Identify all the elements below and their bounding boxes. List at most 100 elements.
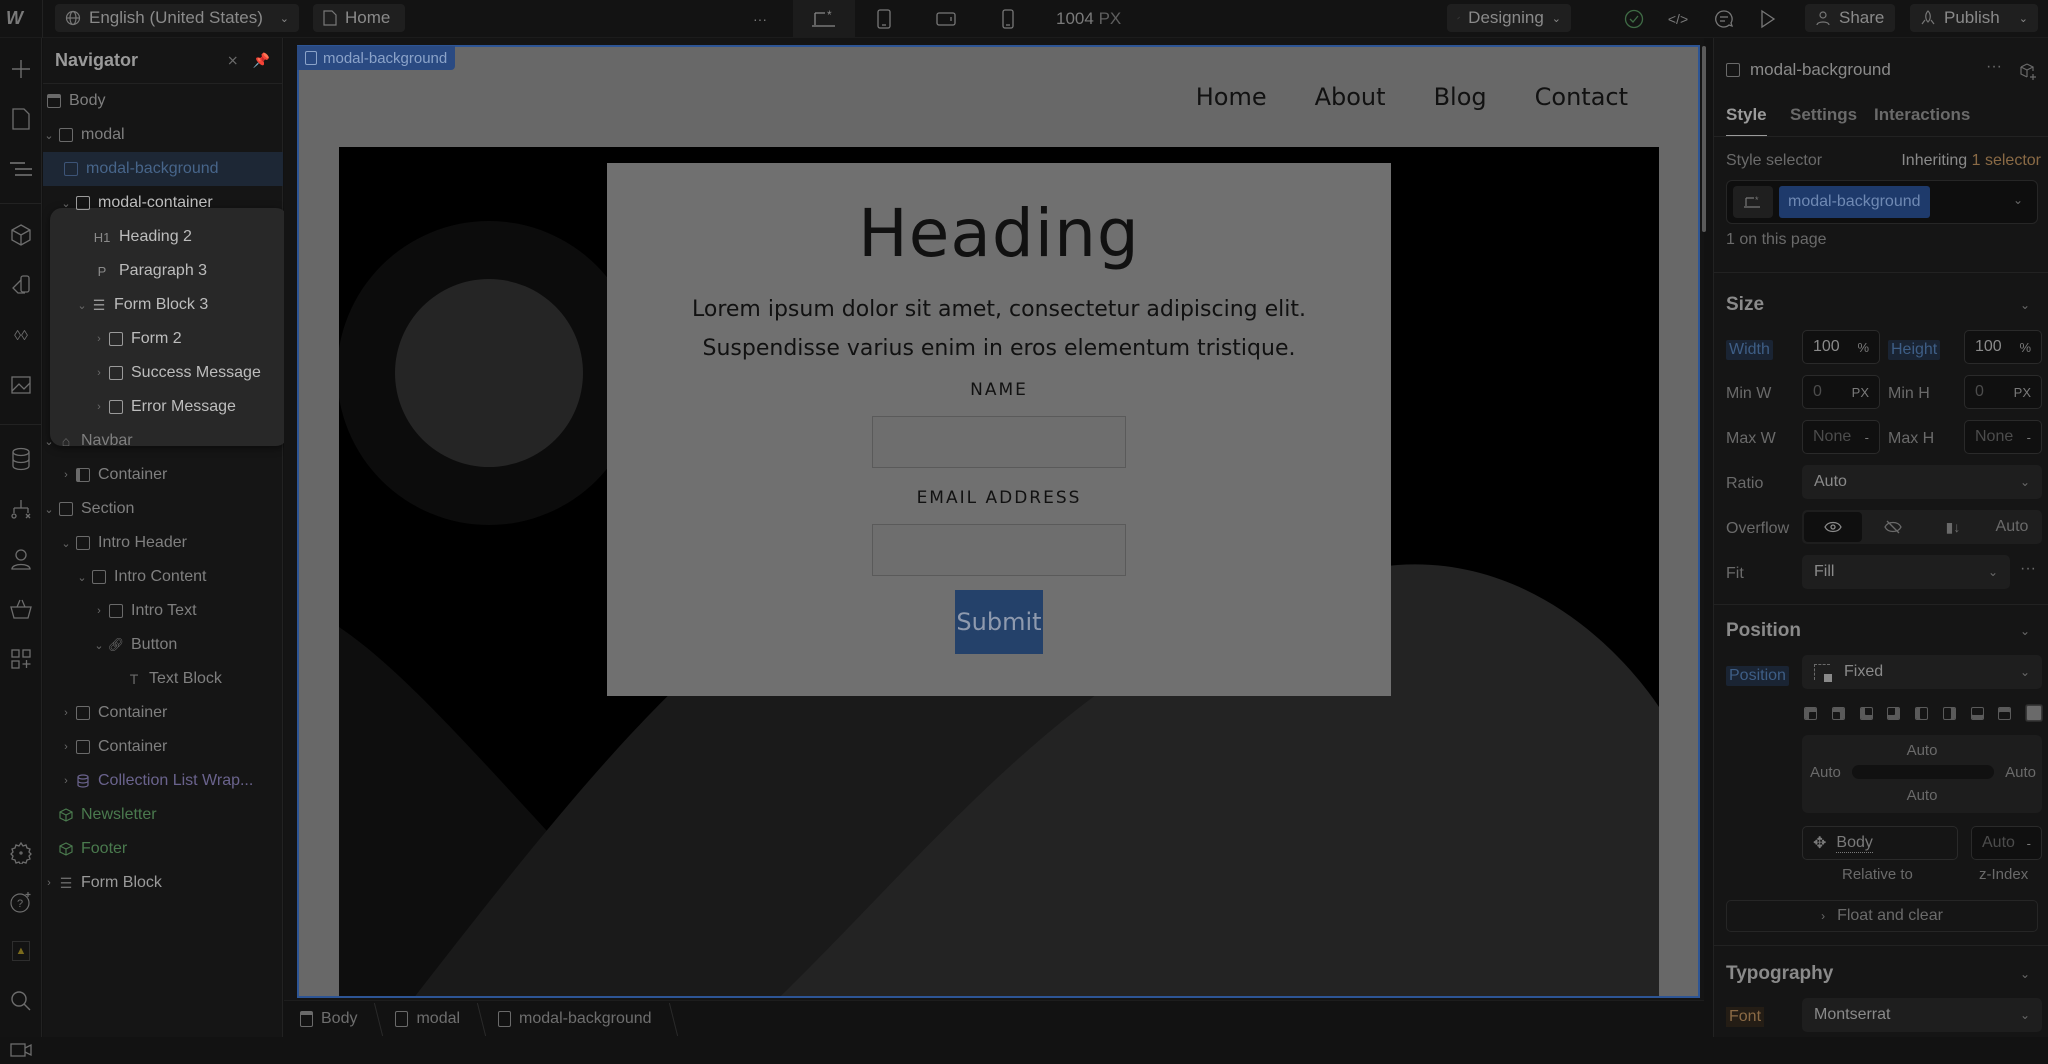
share-button[interactable]: Share xyxy=(1805,4,1895,32)
preset-bottom-icon[interactable] xyxy=(1970,706,1984,720)
caret-icon[interactable]: ⌄ xyxy=(43,435,55,448)
chevron-down-icon[interactable]: ⌄ xyxy=(2020,624,2030,638)
tab-style[interactable]: Style xyxy=(1726,105,1767,137)
overflow-hidden-button[interactable] xyxy=(1864,512,1922,542)
font-label[interactable]: Font xyxy=(1726,1007,1765,1027)
preset-bottom-left-icon[interactable] xyxy=(1859,706,1873,720)
width-label[interactable]: Width xyxy=(1726,340,1773,360)
tree-item-modal-background[interactable]: modal-background xyxy=(43,152,283,186)
typography-section-title[interactable]: Typography xyxy=(1726,963,1833,985)
caret-icon[interactable]: ⌄ xyxy=(60,537,72,550)
tree-item-paragraph-3[interactable]: P Paragraph 3 xyxy=(43,254,283,288)
publish-button[interactable]: Publish ⌄ xyxy=(1910,4,2038,32)
min-height-input[interactable]: 0 PX xyxy=(1964,375,2042,409)
tree-item-error-message[interactable]: › Error Message xyxy=(43,390,283,424)
chevron-down-icon[interactable]: ⌄ xyxy=(2013,193,2023,207)
preset-top-right-icon[interactable] xyxy=(1831,706,1845,720)
caret-icon[interactable]: › xyxy=(93,605,105,617)
caret-icon[interactable]: ⌄ xyxy=(43,129,55,142)
more-options-icon[interactable]: ··· xyxy=(1986,58,2002,76)
tree-item-heading-2[interactable]: H1 Heading 2 xyxy=(43,220,283,254)
caret-icon[interactable]: › xyxy=(60,775,72,787)
chevron-down-icon[interactable]: ⌄ xyxy=(2020,967,2030,981)
fit-more-icon[interactable]: ··· xyxy=(2020,560,2036,578)
search-button[interactable] xyxy=(6,986,36,1016)
inheriting-selector-link[interactable]: 1 selector xyxy=(1972,152,2041,169)
preview-button[interactable] xyxy=(1754,6,1782,32)
preset-left-icon[interactable] xyxy=(1915,706,1928,720)
tree-item-success-message[interactable]: › Success Message xyxy=(43,356,283,390)
tree-item-intro-text[interactable]: › Intro Text xyxy=(43,594,283,628)
caret-icon[interactable]: ⌄ xyxy=(76,299,88,312)
site-nav-link-blog[interactable]: Blog xyxy=(1434,83,1487,111)
tab-settings[interactable]: Settings xyxy=(1790,105,1857,125)
float-and-clear-button[interactable]: › Float and clear xyxy=(1726,900,2038,932)
caret-icon[interactable]: › xyxy=(93,333,105,345)
caret-icon[interactable]: ⌄ xyxy=(60,197,72,210)
position-dropdown[interactable]: Fixed ⌄ xyxy=(1802,655,2042,689)
assets-button[interactable] xyxy=(6,370,36,400)
size-section-title[interactable]: Size xyxy=(1726,294,1764,316)
comments-button[interactable] xyxy=(1710,6,1738,32)
mode-dropdown[interactable]: Designing ⌄ xyxy=(1447,4,1571,32)
chevron-down-icon[interactable]: ⌄ xyxy=(2020,298,2030,312)
add-elements-button[interactable] xyxy=(6,54,36,84)
tree-item-form-block[interactable]: › ☰ Form Block xyxy=(43,866,283,900)
breadcrumb-modal-background[interactable]: modal-background xyxy=(482,1001,674,1038)
min-width-input[interactable]: 0 PX xyxy=(1802,375,1880,409)
tree-item-text-block[interactable]: T Text Block xyxy=(43,662,283,696)
more-icon[interactable]: ··· xyxy=(746,6,774,32)
tree-item-form-block-3[interactable]: ⌄ ☰ Form Block 3 xyxy=(43,288,283,322)
cms-button[interactable] xyxy=(6,444,36,474)
width-input[interactable]: 100% xyxy=(1802,330,1880,364)
preset-right-icon[interactable] xyxy=(1942,706,1956,720)
breakpoint-desktop-button[interactable]: * xyxy=(793,0,855,38)
caret-icon[interactable]: ⌄ xyxy=(76,571,88,584)
collapse-all-icon[interactable]: ⨯ xyxy=(227,52,239,69)
caret-icon[interactable]: › xyxy=(93,401,105,413)
tree-item-newsletter[interactable]: Newsletter xyxy=(43,798,283,832)
audit-check-button[interactable] xyxy=(1620,6,1648,32)
font-dropdown[interactable]: Montserrat ⌄ xyxy=(1802,998,2042,1032)
navigator-button[interactable] xyxy=(6,154,36,184)
selected-element-tag[interactable]: modal-background xyxy=(297,46,456,70)
site-nav-link-home[interactable]: Home xyxy=(1196,83,1267,111)
locale-dropdown[interactable]: English (United States) ⌄ xyxy=(55,4,299,32)
overflow-auto-button[interactable]: Auto xyxy=(1984,512,2040,542)
height-input[interactable]: 100% xyxy=(1964,330,2042,364)
preset-top-icon[interactable] xyxy=(1998,706,2012,720)
page-selector[interactable]: Home xyxy=(313,4,405,32)
design-canvas[interactable]: Home About Blog Contact Heading Lorem ip… xyxy=(297,45,1700,998)
site-nav-link-about[interactable]: About xyxy=(1315,83,1386,111)
ecommerce-button[interactable] xyxy=(6,594,36,624)
preset-full-icon[interactable] xyxy=(2026,705,2042,721)
site-nav-link-contact[interactable]: Contact xyxy=(1535,83,1628,111)
canvas-scrollbar[interactable] xyxy=(1702,46,1706,232)
code-export-button[interactable]: </> xyxy=(1664,6,1692,32)
audit-warning-button[interactable]: ▲ xyxy=(6,936,36,966)
offset-left-value[interactable]: Auto xyxy=(1810,764,1841,781)
tree-item-footer[interactable]: Footer xyxy=(43,832,283,866)
max-height-input[interactable]: None - xyxy=(1964,420,2042,454)
breadcrumb-modal[interactable]: modal xyxy=(379,1001,482,1038)
tree-item-section[interactable]: ⌄ Section xyxy=(43,492,283,526)
breakpoint-landscape-button[interactable] xyxy=(932,6,960,32)
tree-item-intro-header[interactable]: ⌄ Intro Header xyxy=(43,526,283,560)
caret-icon[interactable]: › xyxy=(60,707,72,719)
offset-bottom-value[interactable]: Auto xyxy=(1802,787,2042,804)
tree-item-modal-container[interactable]: ⌄ modal-container xyxy=(43,186,283,220)
tree-item-container[interactable]: › Container xyxy=(43,730,283,764)
overflow-scroll-button[interactable]: ▮↓ xyxy=(1924,512,1982,542)
height-label[interactable]: Height xyxy=(1888,340,1941,360)
pin-icon[interactable]: 📌 xyxy=(253,52,270,69)
breakpoint-tablet-button[interactable] xyxy=(870,6,898,32)
tree-item-navbar[interactable]: ⌄ ⌂ Navbar xyxy=(43,424,283,458)
tree-item-intro-content[interactable]: ⌄ Intro Content xyxy=(43,560,283,594)
overflow-visible-button[interactable] xyxy=(1804,512,1862,542)
tree-item-container[interactable]: › Container xyxy=(43,696,283,730)
tree-item-button[interactable]: ⌄ 🔗︎ Button xyxy=(43,628,283,662)
breakpoint-portrait-button[interactable] xyxy=(994,6,1022,32)
fit-dropdown[interactable]: Fill ⌄ xyxy=(1802,555,2010,589)
offset-top-value[interactable]: Auto xyxy=(1802,742,2042,759)
position-label[interactable]: Position xyxy=(1726,666,1789,686)
